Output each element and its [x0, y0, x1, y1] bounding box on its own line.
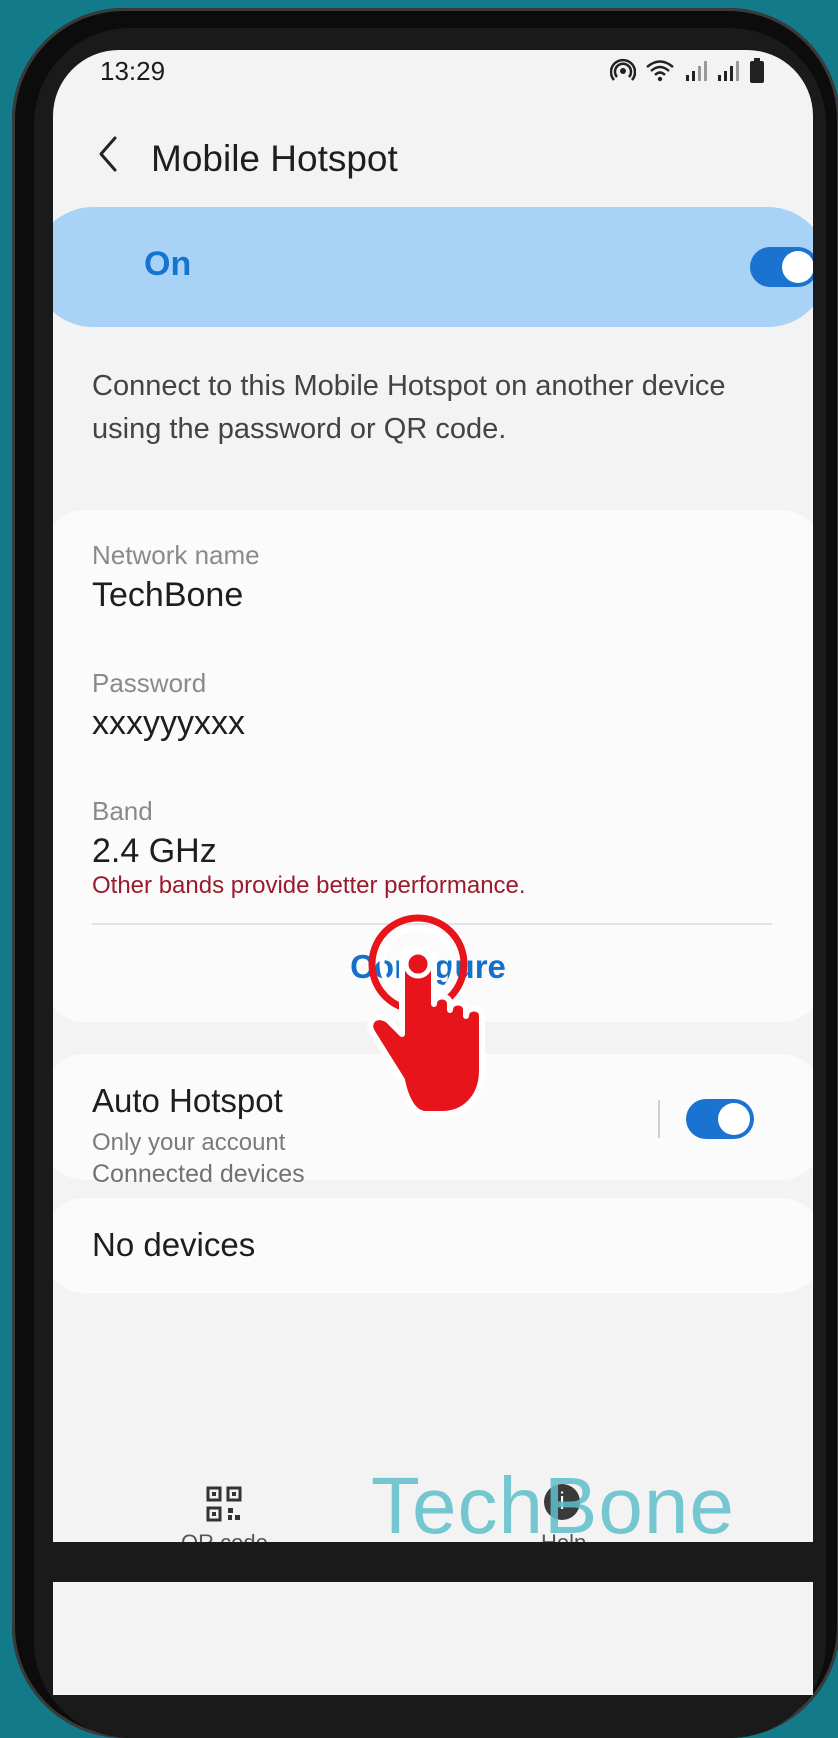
- tap-hand-icon: [367, 914, 485, 1117]
- watermark: TechBone: [371, 1461, 735, 1550]
- master-switch-label: On: [144, 245, 192, 283]
- network-name-label: Network name: [92, 540, 260, 570]
- signal-icon: [685, 60, 707, 81]
- vertical-divider: [658, 1100, 660, 1138]
- page-title: Mobile Hotspot: [151, 138, 398, 179]
- toggle-knob: [718, 1103, 750, 1135]
- hotspot-description: Connect to this Mobile Hotspot on anothe…: [92, 370, 726, 445]
- auto-hotspot-toggle[interactable]: [686, 1099, 754, 1139]
- master-switch-toggle[interactable]: [750, 247, 813, 287]
- status-icons: [610, 56, 765, 84]
- battery-icon: [750, 57, 764, 83]
- status-time: 13:29: [100, 56, 166, 86]
- connected-devices-card: No devices: [53, 1198, 813, 1293]
- qr-code-icon[interactable]: [206, 1486, 242, 1522]
- band-value: 2.4 GHz: [92, 832, 217, 870]
- password-value: xxxyyyxxx: [92, 704, 245, 742]
- screen: 13:29 Mobile Hotspot On Connect to this …: [53, 50, 813, 1695]
- status-bar: 13:29: [53, 50, 813, 100]
- network-name-value: TechBone: [92, 576, 244, 614]
- password-label: Password: [92, 668, 207, 698]
- bottom-bezel: [53, 1542, 813, 1582]
- signal-icon: [718, 60, 740, 81]
- app-header: Mobile Hotspot: [53, 120, 813, 190]
- connected-devices-header: Connected devices: [92, 1160, 305, 1188]
- auto-hotspot-title: Auto Hotspot: [92, 1082, 283, 1119]
- band-label: Band: [92, 796, 153, 826]
- no-devices-text: No devices: [92, 1226, 256, 1263]
- back-arrow-icon[interactable]: [91, 132, 123, 176]
- wifi-icon: [646, 59, 674, 81]
- master-switch-row[interactable]: On: [53, 207, 813, 327]
- auto-hotspot-subtitle: Only your account: [92, 1129, 286, 1156]
- toggle-knob: [782, 251, 813, 283]
- hotspot-icon: [610, 58, 637, 81]
